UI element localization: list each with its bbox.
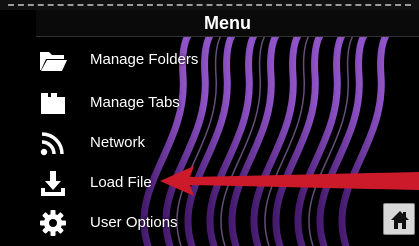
menu-item-label: Manage Folders (90, 51, 199, 68)
menu-screen: Menu Manage Folders Manage Tabs Network … (0, 0, 419, 246)
menu-item-user-options[interactable]: User Options (0, 205, 330, 241)
dashed-divider (8, 4, 411, 6)
gear-icon (40, 210, 66, 236)
menu-item-manage-folders[interactable]: Manage Folders (0, 42, 330, 78)
wifi-icon (40, 132, 64, 156)
download-icon (41, 171, 65, 196)
menu-item-network[interactable]: Network (0, 125, 330, 161)
folder-icon (40, 52, 67, 71)
tabs-icon (41, 93, 65, 114)
home-icon (391, 211, 409, 229)
menu-item-label: Load File (90, 174, 152, 191)
menu-item-manage-tabs[interactable]: Manage Tabs (0, 85, 330, 121)
menu-title: Menu (36, 10, 419, 37)
arrow-icon (160, 166, 419, 196)
top-status-strip (0, 0, 419, 10)
home-button[interactable] (383, 203, 415, 235)
menu-item-label: Manage Tabs (90, 94, 180, 111)
menu-item-label: Network (90, 134, 146, 151)
menu-item-label: User Options (90, 214, 178, 231)
